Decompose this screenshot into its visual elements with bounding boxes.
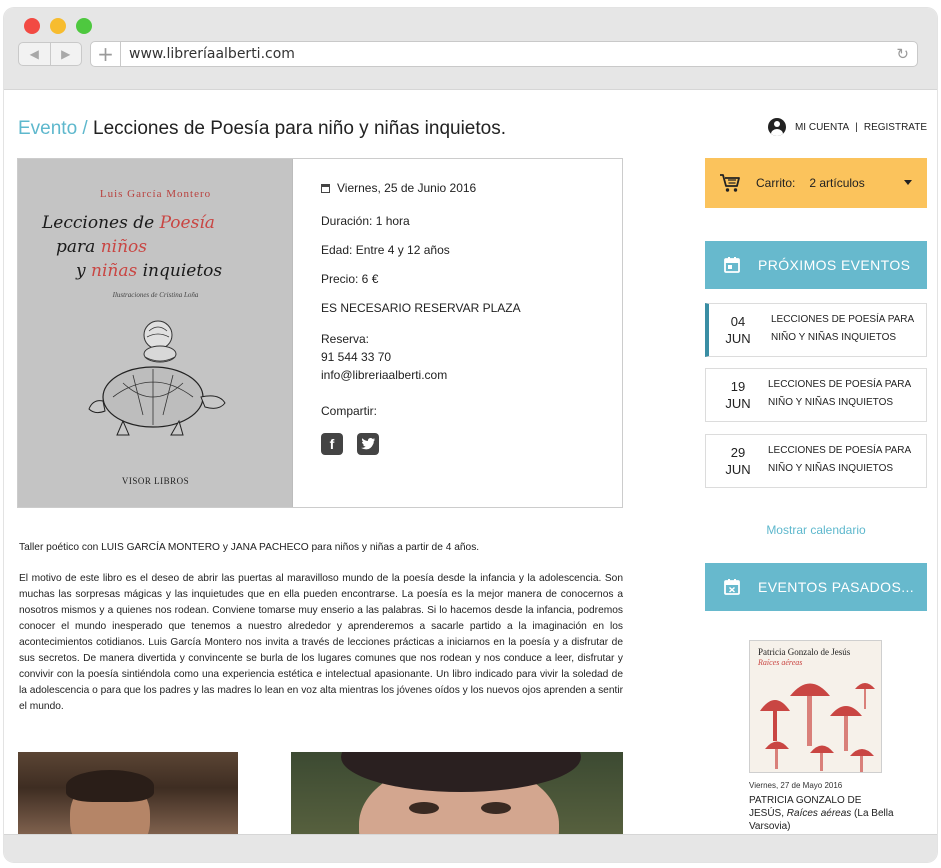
cover-title-part: niños [100,237,147,257]
browser-chrome: ◀ ▶ + www.libreríaalberti.com ↻ [4,8,937,90]
upcoming-event-item[interactable]: 29 JUN LECCIONES DE POESÍA PARA NIÑO Y N… [705,434,927,488]
event-description-text: El motivo de este libro es el deseo de a… [19,573,623,712]
cover-title-part: niñas [91,261,138,281]
close-window-button[interactable] [24,18,40,34]
event-item-date: 19 JUN [706,378,770,412]
cart-count: 2 artículos [809,176,865,190]
photo-eye [481,802,511,814]
history-buttons: ◀ ▶ [18,42,82,66]
event-description: Taller poético con LUIS GARCÍA MONTERO y… [19,540,623,730]
event-date: Viernes, 25 de Junio 2016 [337,181,477,195]
address-bar[interactable]: + www.libreríaalberti.com ↻ [90,41,918,67]
photo-hair [341,752,581,792]
show-calendar-link[interactable]: Mostrar calendario [705,523,927,537]
event-card: Luis García Montero Lecciones de Poesía … [17,158,623,508]
booking-email[interactable]: info@libreriaalberti.com [321,368,447,382]
event-notice: ES NECESARIO RESERVAR PLAZA [321,301,521,315]
cover-title-part: inquietos [137,261,223,281]
upcoming-event-item[interactable]: 19 JUN LECCIONES DE POESÍA PARA NIÑO Y N… [705,368,927,422]
upcoming-events-header: PRÓXIMOS EVENTOS [705,241,927,289]
cover-title-part: Lecciones de [42,213,160,233]
register-link[interactable]: REGISTRATE [864,122,927,133]
breadcrumb-evento[interactable]: Evento / [18,118,88,139]
past-events-header: EVENTOS PASADOS... [705,563,927,611]
event-item-name[interactable]: LECCIONES DE POESÍA PARA NIÑO Y NIÑAS IN… [768,442,918,478]
cover-publisher: VISOR LIBROS [121,476,190,486]
event-item-day: 19 [730,379,746,394]
back-arrow-icon[interactable]: ◀ [19,43,51,65]
twitter-icon[interactable] [357,433,379,455]
calendar-x-icon [724,579,740,595]
browser-window: ◀ ▶ + www.libreríaalberti.com ↻ Evento /… [4,8,937,862]
minimize-window-button[interactable] [50,18,66,34]
cart-icon [720,174,740,192]
event-item-month: JUN [725,462,751,477]
event-item-date: 29 JUN [706,444,770,478]
page-title: Evento / Lecciones de Poesía para niño y… [18,118,506,140]
cover-title-part: para [56,237,101,257]
upcoming-event-item[interactable]: 04 JUN LECCIONES DE POESÍA PARA NIÑO Y N… [705,303,927,357]
cover-title: Lecciones de Poesía para niños y niñas i… [42,211,282,283]
my-account-link[interactable]: MI CUENTA [795,122,849,133]
event-title: Lecciones de Poesía para niño y niñas in… [93,118,506,139]
reload-icon[interactable]: ↻ [896,45,909,63]
account-links: MI CUENTA | REGISTRATE [767,118,927,136]
event-date-row: Viernes, 25 de Junio 2016 [321,181,476,195]
event-item-name[interactable]: LECCIONES DE POESÍA PARA NIÑO Y NIÑAS IN… [768,376,918,412]
book-cover: Luis García Montero Lecciones de Poesía … [18,159,293,507]
booking-label: Reserva: [321,332,370,346]
browser-bottom-bar [4,834,937,862]
maximize-window-button[interactable] [76,18,92,34]
past-event-name[interactable]: PATRICIA GONZALO DE JESÚS, Raíces aéreas… [749,794,899,833]
past-event-name-italic: Raíces aéreas [786,808,852,819]
event-item-name[interactable]: LECCIONES DE POESÍA PARA NIÑO Y NIÑAS IN… [771,311,921,347]
event-item-month: JUN [725,396,751,411]
event-item-date: 04 JUN [706,313,770,347]
cover-title-part: y [76,261,92,281]
past-event-book-cover[interactable]: Patricia Gonzalo de Jesús Raíces aéreas [749,640,882,773]
photo-author-2 [291,752,623,834]
booking-phone[interactable]: 91 544 33 70 [321,350,391,364]
forward-arrow-icon[interactable]: ▶ [51,43,82,65]
calendar-icon [321,184,330,193]
share-label: Compartir: [321,404,378,418]
photo-eye [409,802,439,814]
past-events-title: EVENTOS PASADOS... [758,579,915,595]
cover-title-part: Poesía [159,213,215,233]
calendar-icon [724,257,740,273]
photo-hair [66,770,154,802]
past-event-date: Viernes, 27 de Mayo 2016 [749,781,843,790]
page-content: Evento / Lecciones de Poesía para niño y… [4,91,937,834]
event-item-month: JUN [725,331,751,346]
user-icon[interactable] [767,118,786,136]
event-item-day: 29 [730,445,746,460]
mushroom-illustration [760,683,875,772]
past-book-author: Patricia Gonzalo de Jesús [758,647,851,657]
turtle-illustration [88,320,226,436]
event-age: Edad: Entre 4 y 12 años [321,243,450,257]
event-item-day: 04 [730,314,746,329]
past-book-title: Raíces aéreas [758,658,803,667]
account-separator: | [855,121,858,133]
caret-down-icon[interactable] [904,180,912,185]
facebook-icon[interactable]: f [321,433,343,455]
cover-illustrator: Ilustraciones de Cristina Loña [112,291,199,299]
event-duration: Duración: 1 hora [321,214,410,228]
cover-author: Luis García Montero [99,188,212,200]
photo-author-1 [18,752,238,834]
event-intro: Taller poético con LUIS GARCÍA MONTERO y… [19,542,480,553]
url-text[interactable]: www.libreríaalberti.com [129,46,295,62]
cart-dropdown[interactable]: Carrito: 2 artículos [705,158,927,208]
cart-label: Carrito: [756,176,796,190]
upcoming-events-title: PRÓXIMOS EVENTOS [758,257,911,273]
event-price: Precio: 6 € [321,272,379,286]
new-tab-icon[interactable]: + [91,42,121,66]
